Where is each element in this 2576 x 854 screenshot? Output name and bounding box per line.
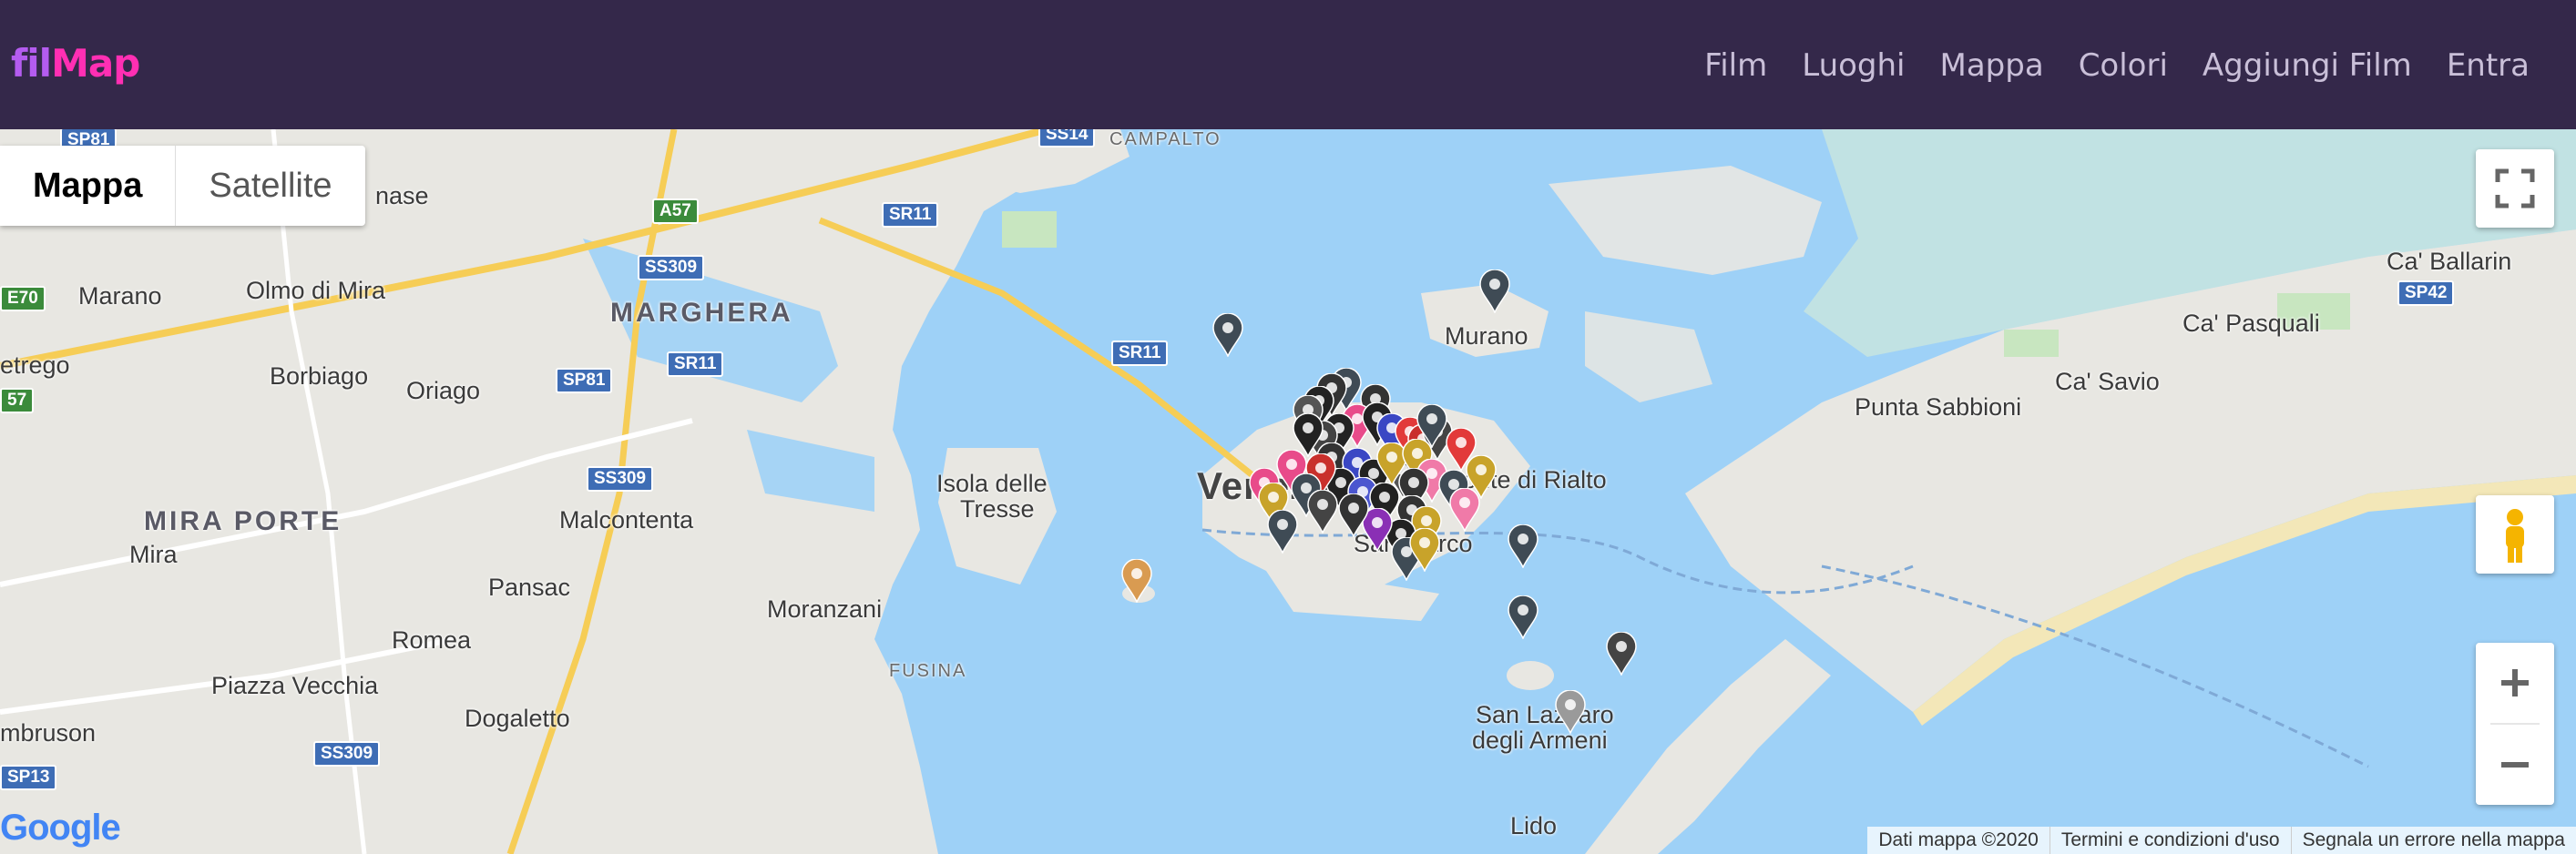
map-attribution: Dati mappa ©2020 Termini e condizioni d'…	[1867, 827, 2576, 854]
label-nase: nase	[375, 182, 429, 209]
label-mira-porte: MIRA PORTE	[144, 506, 342, 536]
label-mira: Mira	[129, 541, 178, 568]
map-marker-pin-icon[interactable]	[1408, 527, 1441, 573]
nav-aggiungi-film[interactable]: Aggiungi Film	[2203, 44, 2412, 87]
minus-icon	[2501, 762, 2529, 768]
road-ss309-a: SS309	[638, 255, 705, 280]
label-murano: Murano	[1445, 322, 1528, 350]
road-ss309-b: SS309	[587, 466, 654, 492]
label-malcontenta: Malcontenta	[559, 506, 694, 534]
attribution-terms-link[interactable]: Termini e condizioni d'uso	[2049, 827, 2291, 854]
street-view-pegman-button[interactable]	[2476, 495, 2554, 574]
label-ca-pasquali: Ca' Pasquali	[2182, 310, 2320, 337]
map-marker-pin-icon[interactable]	[1448, 487, 1481, 533]
zoom-control	[2476, 643, 2554, 805]
map-marker-pin-icon[interactable]	[1306, 489, 1339, 534]
label-etrego: etrego	[0, 351, 70, 379]
map-type-control: Mappa Satellite	[0, 146, 365, 226]
label-moranzani: Moranzani	[767, 595, 883, 623]
label-san-lazzaro-2: degli Armeni	[1472, 727, 1608, 754]
label-pansac: Pansac	[488, 574, 571, 601]
label-dogaletto: Dogaletto	[465, 705, 570, 732]
top-navbar: filMap Film Luoghi Mappa Colori Aggiungi…	[0, 0, 2576, 129]
map-marker-pin-icon[interactable]	[1337, 493, 1370, 538]
nav-film[interactable]: Film	[1704, 44, 1767, 87]
nav-luoghi[interactable]: Luoghi	[1802, 44, 1905, 87]
nav-mappa[interactable]: Mappa	[1940, 44, 2044, 87]
map-type-satellite-button[interactable]: Satellite	[175, 146, 364, 226]
map-marker-pin-icon[interactable]	[1120, 558, 1153, 604]
road-sp13: SP13	[0, 765, 57, 790]
map-marker-pin-icon[interactable]	[1554, 689, 1587, 735]
label-punta-sabbioni: Punta Sabbioni	[1855, 393, 2022, 421]
label-san-lazzaro-1: San Lazzaro	[1476, 701, 1614, 728]
road-ss14: SS14	[1038, 129, 1096, 147]
road-sr11-a: SR11	[882, 202, 939, 228]
nav-entra[interactable]: Entra	[2447, 44, 2530, 87]
label-ca-ballarin: Ca' Ballarin	[2387, 248, 2512, 275]
google-logo-text: Google	[0, 808, 121, 848]
road-sr11-c: SR11	[667, 351, 724, 377]
label-ambruson: mbruson	[0, 719, 97, 747]
nav-links: Film Luoghi Mappa Colori Aggiungi Film E…	[1704, 44, 2530, 87]
brand-part-fil: fil	[11, 41, 52, 86]
label-isola-tresse-2: Tresse	[960, 495, 1035, 523]
fullscreen-icon	[2495, 168, 2535, 208]
brand-part-map: Map	[51, 41, 140, 86]
zoom-in-button[interactable]	[2476, 643, 2554, 723]
label-ca-savio: Ca' Savio	[2055, 368, 2160, 395]
road-sp42: SP42	[2397, 280, 2455, 306]
map-marker-pin-icon[interactable]	[1605, 631, 1638, 676]
label-oriago: Oriago	[406, 377, 481, 404]
map-marker-pin-icon[interactable]	[1478, 269, 1511, 314]
label-marghera: MARGHERA	[610, 298, 793, 328]
map-canvas[interactable]: MARGHERA MIRA PORTE Venezia Murano Ponte…	[0, 129, 2576, 854]
label-fusina: FUSINA	[889, 661, 967, 681]
road-sr11-b: SR11	[1111, 341, 1169, 366]
map-marker-pin-icon[interactable]	[1266, 509, 1299, 554]
label-marano: Marano	[78, 282, 162, 310]
label-piazza-vecchia: Piazza Vecchia	[211, 672, 379, 699]
label-olmo-di-mira: Olmo di Mira	[246, 277, 386, 304]
attribution-report-error-link[interactable]: Segnala un errore nella mappa	[2290, 827, 2576, 854]
plus-icon	[2501, 669, 2529, 696]
fullscreen-button[interactable]	[2476, 149, 2554, 228]
label-campalto: CAMPALTO	[1109, 129, 1222, 149]
label-borbiago: Borbiago	[270, 362, 369, 390]
map-type-mappa-button[interactable]: Mappa	[0, 146, 175, 226]
road-sp81-b: SP81	[556, 368, 613, 393]
label-romea: Romea	[392, 626, 472, 654]
zoom-out-button[interactable]	[2476, 725, 2554, 805]
map-marker-pin-icon[interactable]	[1507, 595, 1539, 640]
label-isola-tresse-1: Isola delle	[936, 470, 1048, 497]
pegman-icon	[2506, 509, 2524, 563]
road-ss309-c: SS309	[313, 741, 381, 767]
attribution-map-data: Dati mappa ©2020	[1878, 829, 2039, 850]
road-a57: A57	[652, 198, 699, 224]
road-57: 57	[0, 388, 35, 413]
label-lido: Lido	[1510, 812, 1558, 839]
nav-colori[interactable]: Colori	[2079, 44, 2168, 87]
map-marker-pin-icon[interactable]	[1507, 524, 1539, 569]
google-logo: Google	[0, 808, 121, 849]
brand-logo[interactable]: filMap	[11, 40, 140, 87]
road-e70: E70	[0, 286, 46, 311]
map-marker-pin-icon[interactable]	[1211, 312, 1244, 358]
